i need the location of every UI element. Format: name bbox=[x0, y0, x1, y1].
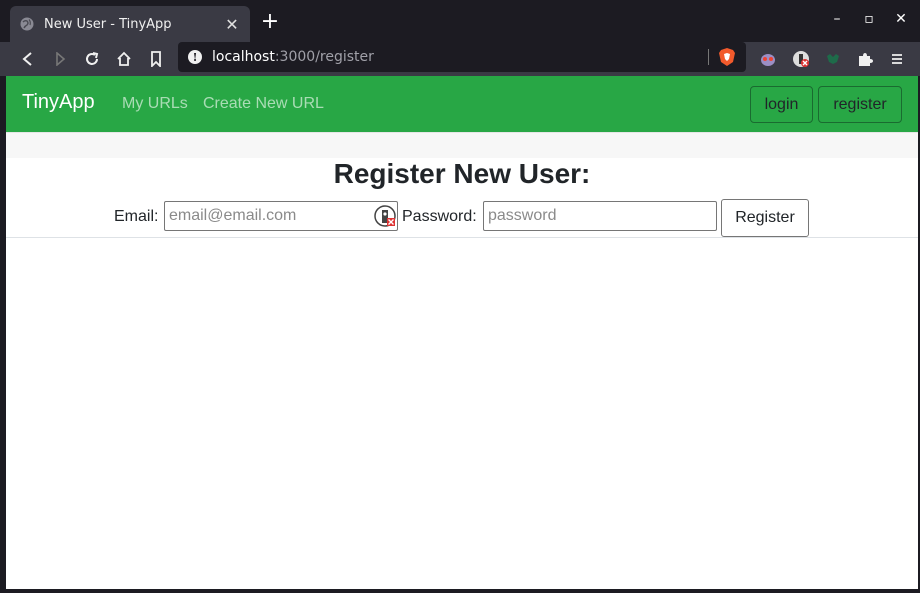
puzzle-icon[interactable] bbox=[852, 46, 878, 72]
login-button[interactable]: login bbox=[750, 86, 813, 123]
url-divider bbox=[708, 49, 709, 65]
register-button[interactable]: register bbox=[818, 86, 902, 123]
register-submit-button[interactable]: Register bbox=[721, 199, 809, 237]
title-bar: New User - TinyApp ✕ + – ▫ ✕ bbox=[0, 0, 920, 42]
browser-toolbar: ! localhost:3000/register bbox=[0, 42, 920, 76]
nav-my-urls[interactable]: My URLs bbox=[122, 95, 188, 113]
privacy-extension-icon[interactable] bbox=[788, 46, 814, 72]
brand-link[interactable]: TinyApp bbox=[22, 91, 95, 114]
email-label: Email: bbox=[114, 208, 159, 225]
tab-close-icon[interactable]: ✕ bbox=[224, 15, 240, 34]
browser-tab[interactable]: New User - TinyApp ✕ bbox=[10, 6, 250, 42]
password-manager-icon[interactable] bbox=[374, 205, 396, 227]
ghost-extension-icon[interactable] bbox=[755, 46, 781, 72]
password-label: Password: bbox=[402, 208, 477, 225]
address-bar[interactable]: ! localhost:3000/register bbox=[178, 42, 746, 72]
new-tab-icon[interactable]: + bbox=[258, 10, 282, 34]
reload-icon[interactable] bbox=[79, 46, 105, 72]
separator-band bbox=[6, 132, 918, 158]
url-path: :3000/register bbox=[274, 49, 374, 65]
nav-create-new-url[interactable]: Create New URL bbox=[203, 95, 324, 113]
page-title: Register New User: bbox=[333, 158, 591, 189]
email-field[interactable] bbox=[164, 201, 398, 231]
url-host: localhost bbox=[212, 49, 275, 65]
forward-icon[interactable] bbox=[47, 46, 73, 72]
back-icon[interactable] bbox=[15, 46, 41, 72]
app-navbar: TinyApp My URLs Create New URL login reg… bbox=[6, 76, 918, 132]
password-field[interactable] bbox=[483, 201, 717, 231]
close-window-icon[interactable]: ✕ bbox=[888, 8, 914, 30]
home-icon[interactable] bbox=[111, 46, 137, 72]
maximize-icon[interactable]: ▫ bbox=[856, 8, 882, 30]
register-form: Email: Password: Register bbox=[6, 198, 918, 238]
tab-title: New User - TinyApp bbox=[44, 16, 172, 32]
page-content: TinyApp My URLs Create New URL login reg… bbox=[6, 76, 918, 589]
brave-shields-icon[interactable] bbox=[718, 47, 736, 67]
globe-icon bbox=[20, 17, 34, 31]
site-info-icon[interactable]: ! bbox=[188, 50, 202, 64]
green-extension-icon[interactable] bbox=[820, 46, 846, 72]
minimize-icon[interactable]: – bbox=[824, 8, 850, 30]
menu-icon[interactable] bbox=[884, 46, 910, 72]
bookmark-icon[interactable] bbox=[143, 46, 169, 72]
